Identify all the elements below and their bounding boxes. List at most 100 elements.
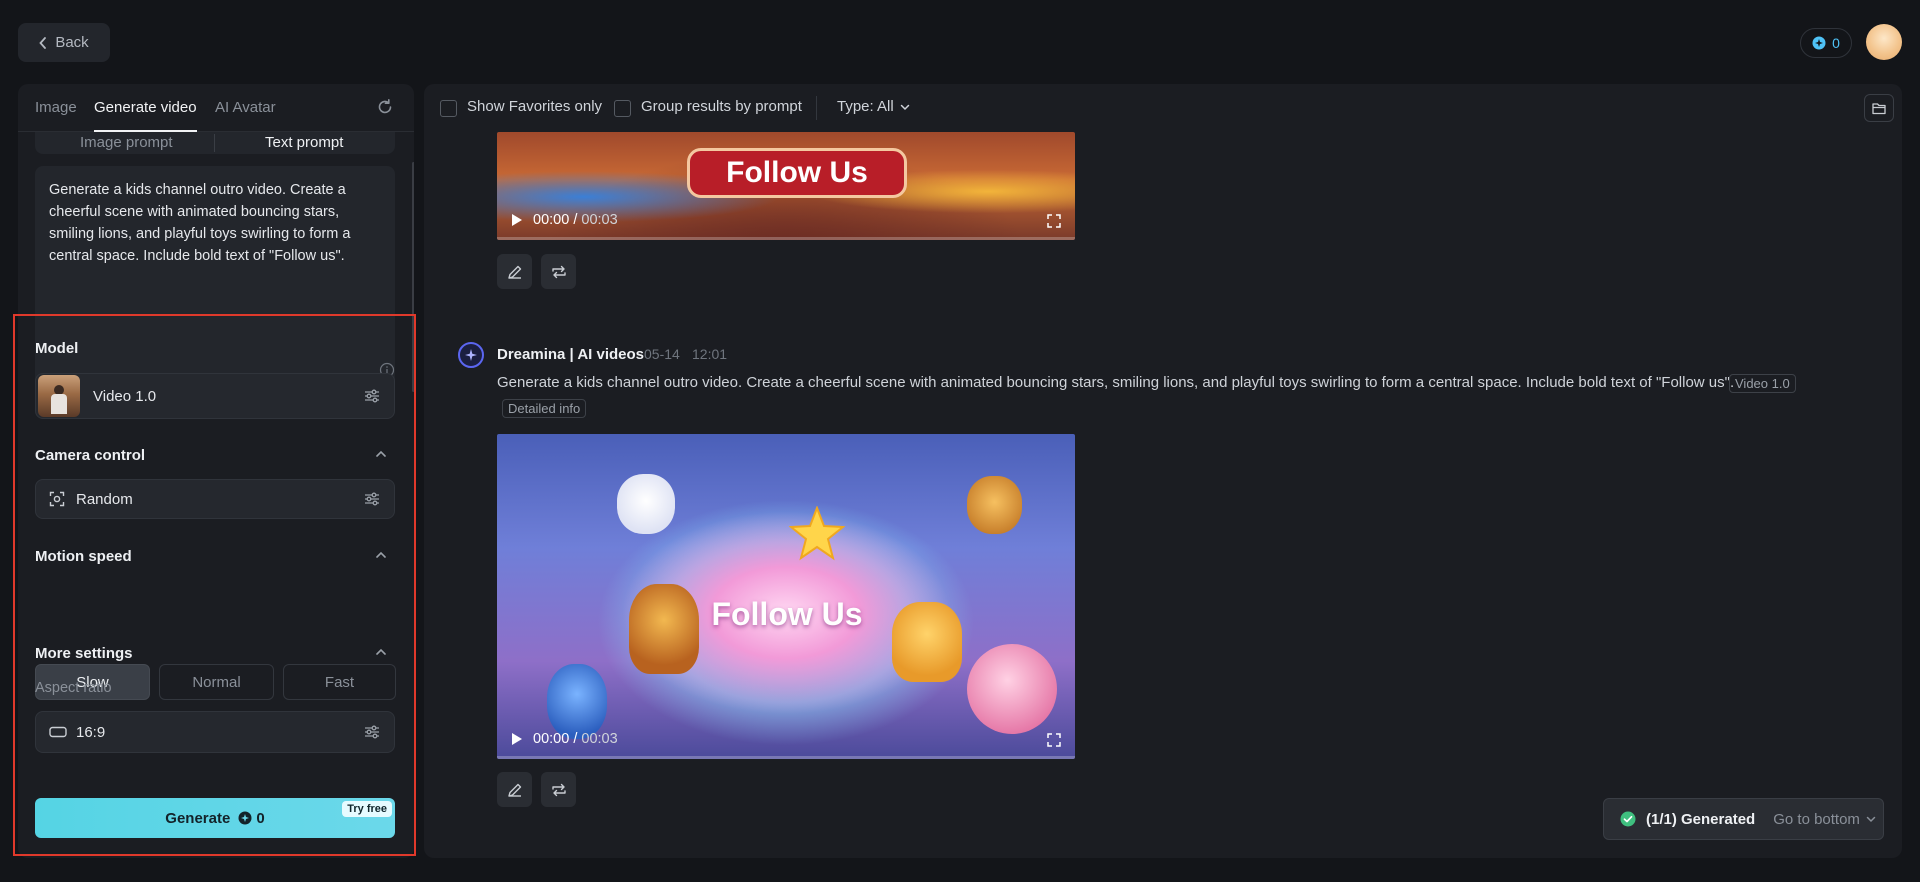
aspect-ratio-value: 16:9 (76, 723, 106, 741)
repeat-icon (551, 265, 566, 278)
fullscreen-icon[interactable] (1047, 214, 1061, 228)
sliders-icon[interactable] (364, 492, 380, 506)
motion-speed-label: Motion speed (35, 548, 132, 565)
camera-control-label: Camera control (35, 447, 146, 464)
tab-image[interactable]: Image (35, 99, 77, 116)
check-circle-icon (1620, 811, 1636, 827)
speed-fast-button[interactable]: Fast (283, 664, 396, 700)
chevron-up-icon[interactable] (375, 448, 387, 460)
group-results-checkbox[interactable] (614, 100, 631, 117)
video-progress-bar[interactable] (497, 237, 1075, 240)
results-toolbar: Show Favorites only Group results by pro… (424, 84, 1902, 132)
toolbar-divider (816, 96, 817, 120)
regenerate-button[interactable] (541, 254, 576, 289)
prompt-textarea[interactable]: Generate a kids channel outro video. Cre… (35, 166, 395, 392)
bunny-character (617, 474, 675, 534)
pencil-icon (507, 783, 521, 797)
video-overlay-text: Follow Us (687, 148, 907, 198)
generate-button[interactable]: Generate 0 Try free (35, 798, 395, 838)
try-free-badge: Try free (342, 801, 392, 817)
edit-button[interactable] (497, 772, 532, 807)
tab-generate-video[interactable]: Generate video (94, 99, 197, 116)
star-character (789, 506, 845, 562)
aspect-ratio-label: Aspect ratio (35, 680, 112, 696)
credits-badge[interactable]: 0 (1800, 28, 1852, 58)
refresh-icon[interactable] (376, 98, 394, 116)
folder-button[interactable] (1864, 94, 1894, 122)
repeat-icon (551, 783, 566, 796)
image-prompt-option[interactable]: Image prompt (80, 134, 173, 151)
video-current-time: 00:00 (533, 731, 570, 747)
toy-ball (967, 644, 1057, 734)
fullscreen-icon[interactable] (1047, 733, 1061, 747)
generate-label: Generate (165, 809, 231, 827)
credit-coin-icon (238, 811, 252, 825)
sliders-icon[interactable] (364, 725, 380, 739)
go-to-bottom-link[interactable]: Go to bottom (1773, 811, 1876, 828)
pencil-icon (507, 265, 521, 279)
back-button[interactable]: Back (18, 23, 110, 62)
segment-divider (214, 134, 215, 152)
aspect-ratio-icon (49, 726, 67, 738)
folder-icon (1872, 102, 1886, 114)
generate-cost-value: 0 (256, 809, 265, 827)
chevron-down-icon (1866, 816, 1876, 823)
show-favorites-checkbox[interactable] (440, 100, 457, 117)
bear-character (967, 476, 1022, 534)
mode-tabs: Image Generate video AI Avatar (18, 84, 414, 132)
go-to-bottom-label: Go to bottom (1773, 810, 1860, 828)
generation-status: (1/1) Generated (1646, 810, 1756, 828)
type-filter-label: Type: All (837, 98, 894, 115)
result-prompt: Generate a kids channel outro video. Cre… (497, 374, 1735, 391)
chevron-left-icon (39, 36, 47, 49)
chevron-down-icon (900, 104, 909, 110)
generation-panel: Image Generate video AI Avatar Image pro… (18, 84, 414, 858)
generation-status-toast: (1/1) Generated Go to bottom (1603, 798, 1884, 840)
type-filter-dropdown[interactable]: Type: All (837, 98, 910, 115)
back-label: Back (55, 34, 89, 51)
prompt-text: Generate a kids channel outro video. Cre… (49, 182, 351, 264)
bird-toy (547, 664, 607, 739)
camera-control-selector[interactable]: Random (35, 479, 395, 519)
aspect-ratio-selector[interactable]: 16:9 (35, 711, 395, 753)
camera-focus-icon (49, 491, 65, 507)
model-value: Video 1.0 (93, 387, 157, 405)
video-total-time: 00:03 (581, 731, 618, 747)
model-label: Model (35, 340, 79, 357)
play-icon[interactable] (511, 732, 523, 746)
camera-control-value: Random (76, 490, 133, 508)
panel-scrollbar[interactable] (412, 162, 414, 392)
group-results-label[interactable]: Group results by prompt (641, 98, 802, 115)
text-prompt-option[interactable]: Text prompt (265, 134, 343, 151)
play-icon[interactable] (511, 213, 523, 227)
generate-cost: 0 (238, 809, 265, 827)
credit-coin-icon (1812, 36, 1826, 50)
lion-character (629, 584, 699, 674)
more-settings-label: More settings (35, 645, 133, 662)
avatar[interactable] (1866, 24, 1902, 60)
lion-character (892, 602, 962, 682)
result-author: Dreamina | AI videos (497, 346, 645, 363)
show-favorites-label[interactable]: Show Favorites only (467, 98, 602, 115)
detailed-info-tag[interactable]: Detailed info (502, 399, 587, 418)
edit-button[interactable] (497, 254, 532, 289)
model-tag[interactable]: Video 1.0 (1729, 374, 1796, 393)
model-thumbnail (38, 375, 80, 417)
sliders-icon[interactable] (364, 389, 380, 403)
prompt-mode-switch: Image prompt Text prompt (35, 132, 395, 154)
regenerate-button[interactable] (541, 772, 576, 807)
dreamina-logo-icon (458, 342, 484, 368)
video-player[interactable]: Follow Us 00:00 / 00:03 (497, 434, 1075, 759)
credit-count: 0 (1832, 35, 1840, 51)
chevron-up-icon[interactable] (375, 549, 387, 561)
video-current-time: 00:00 (533, 212, 570, 228)
video-progress-bar[interactable] (497, 756, 1075, 759)
video-player[interactable]: Follow Us 00:00 / 00:03 (497, 132, 1075, 240)
tab-ai-avatar[interactable]: AI Avatar (215, 99, 276, 116)
speed-normal-button[interactable]: Normal (159, 664, 274, 700)
chevron-up-icon[interactable] (375, 646, 387, 658)
result-date: 05-14 (644, 346, 680, 362)
model-selector[interactable]: Video 1.0 (35, 373, 395, 419)
video-controls: 00:00 / 00:03 (511, 731, 618, 747)
results-panel: Show Favorites only Group results by pro… (424, 84, 1902, 858)
